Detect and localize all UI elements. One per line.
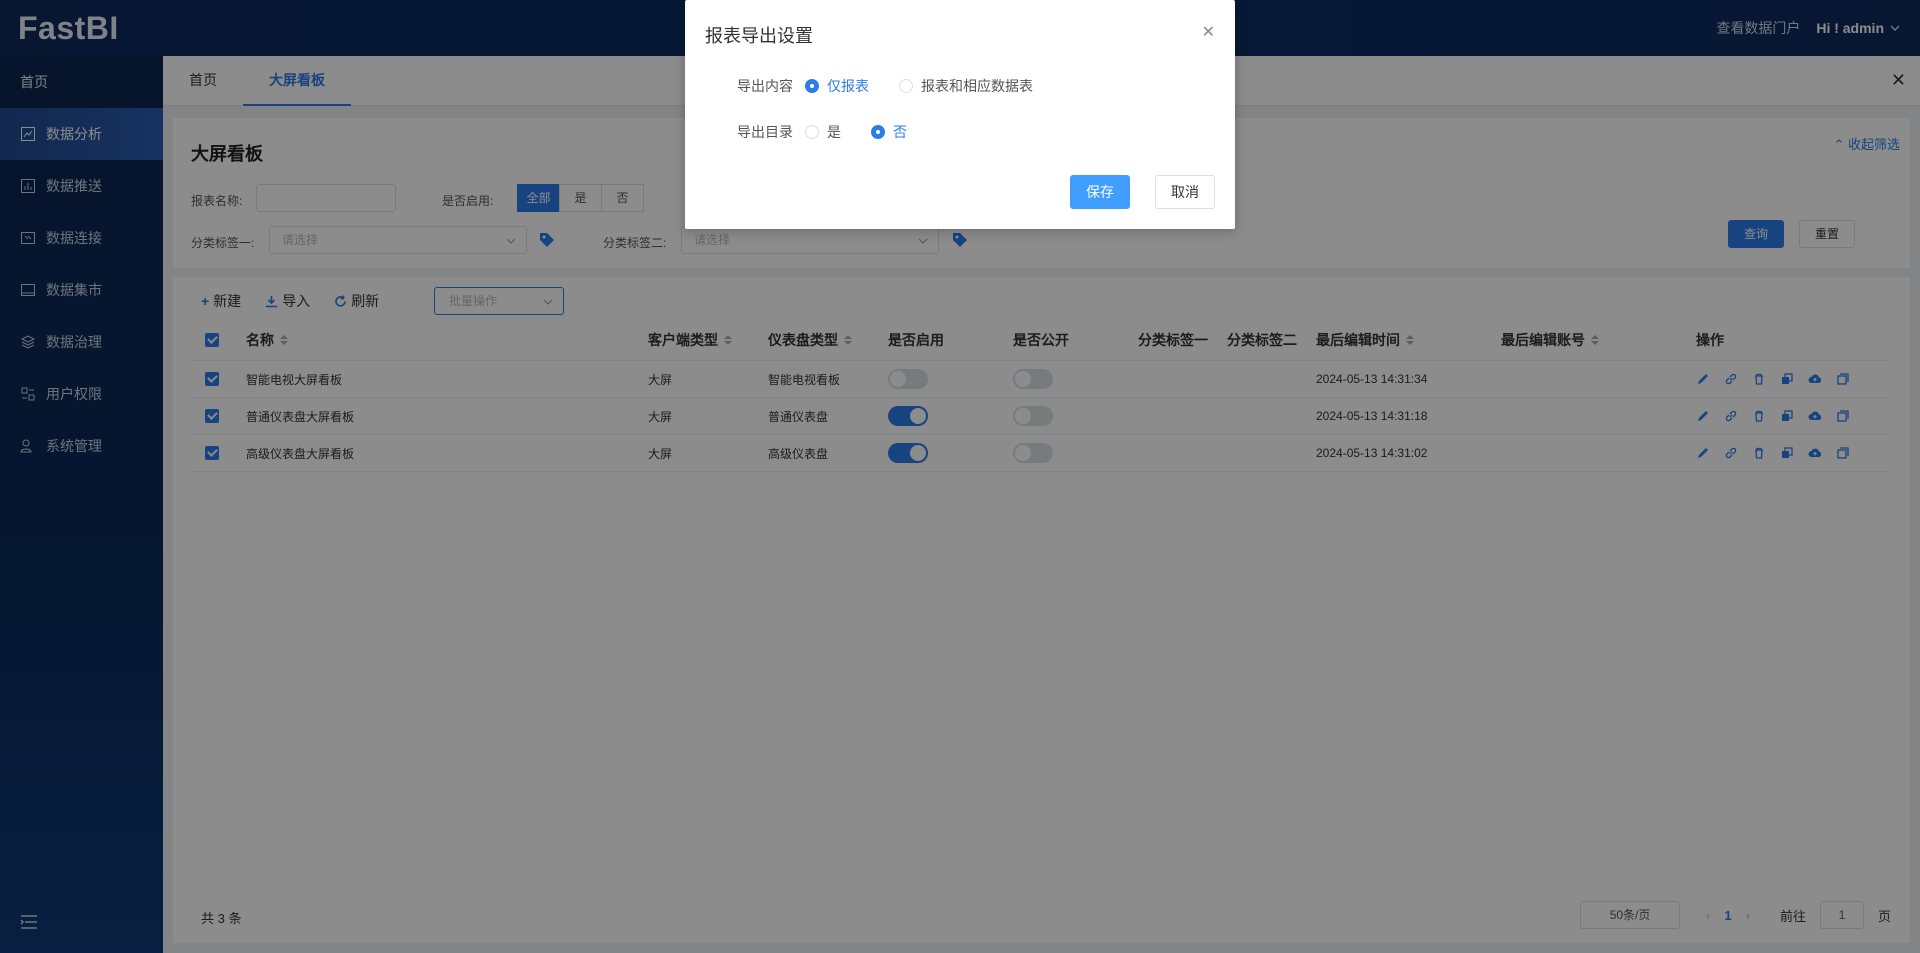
radio-dot — [871, 125, 885, 139]
radio-dir-yes[interactable]: 是 — [805, 122, 841, 142]
radio-label: 否 — [893, 124, 907, 140]
export-dir-row: 导出目录 是 否 — [737, 122, 937, 142]
export-dir-label: 导出目录 — [737, 124, 793, 140]
radio-report-only[interactable]: 仅报表 — [805, 76, 869, 96]
radio-dot — [805, 125, 819, 139]
cancel-button[interactable]: 取消 — [1155, 175, 1215, 209]
radio-label: 报表和相应数据表 — [921, 78, 1033, 94]
export-settings-dialog: 报表导出设置 ✕ 导出内容 仅报表 报表和相应数据表 导出目录 是 否 保存 取… — [685, 0, 1235, 229]
radio-dot — [899, 79, 913, 93]
export-content-label: 导出内容 — [737, 78, 793, 94]
save-button[interactable]: 保存 — [1070, 175, 1130, 209]
radio-label: 是 — [827, 124, 841, 140]
radio-dir-no[interactable]: 否 — [871, 122, 907, 142]
close-icon[interactable]: ✕ — [1202, 22, 1215, 42]
dialog-title: 报表导出设置 — [705, 26, 813, 46]
export-content-row: 导出内容 仅报表 报表和相应数据表 — [737, 76, 1063, 96]
radio-report-and-data[interactable]: 报表和相应数据表 — [899, 76, 1033, 96]
radio-dot — [805, 79, 819, 93]
radio-label: 仅报表 — [827, 78, 869, 94]
